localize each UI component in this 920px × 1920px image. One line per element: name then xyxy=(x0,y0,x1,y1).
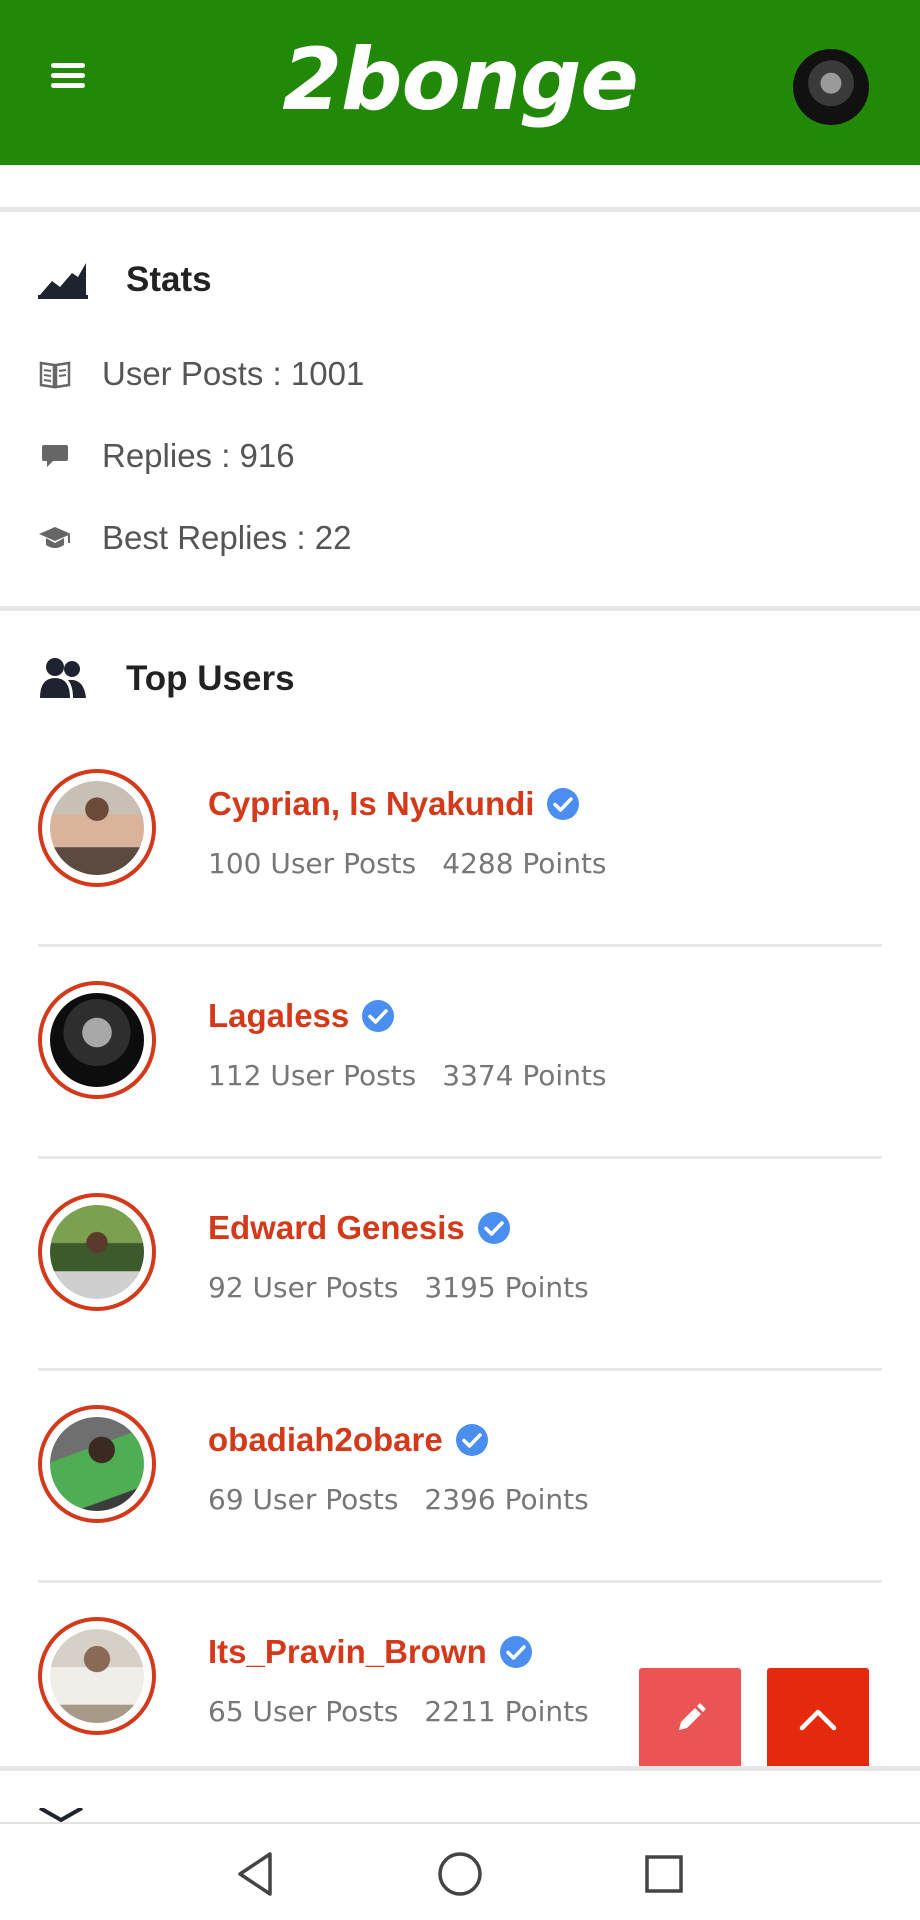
avatar-image xyxy=(50,993,144,1087)
user-avatar[interactable] xyxy=(38,1405,156,1523)
user-points: 3374 Points xyxy=(442,1059,607,1092)
profile-avatar[interactable] xyxy=(793,49,869,125)
pencil-icon xyxy=(679,1703,706,1730)
user-name[interactable]: Cyprian, Is Nyakundi xyxy=(208,785,534,823)
user-post-count: 100 User Posts xyxy=(208,847,417,880)
section-divider xyxy=(0,606,920,611)
top-user-row[interactable]: Its_Pravin_Brown 65 User Posts 2211 Points xyxy=(38,1583,882,1795)
verified-badge-icon xyxy=(547,788,580,820)
comment-icon xyxy=(38,439,72,473)
home-circle-icon xyxy=(438,1852,482,1896)
user-name[interactable]: obadiah2obare xyxy=(208,1421,443,1459)
user-post-count: 92 User Posts xyxy=(208,1271,399,1304)
user-post-count: 65 User Posts xyxy=(208,1695,399,1728)
user-avatar[interactable] xyxy=(38,1617,156,1735)
user-name-line: obadiah2obare xyxy=(208,1421,489,1459)
envelope-icon xyxy=(39,1808,83,1822)
top-user-row[interactable]: Edward Genesis 92 User Posts 3195 Points xyxy=(38,1159,882,1371)
chevron-up-icon xyxy=(799,1709,837,1731)
stats-heading: Stats xyxy=(38,255,212,305)
user-points: 2211 Points xyxy=(424,1695,589,1728)
avatar-image xyxy=(50,1205,144,1299)
user-points: 3195 Points xyxy=(424,1271,589,1304)
top-user-row[interactable]: obadiah2obare 69 User Posts 2396 Points xyxy=(38,1371,882,1583)
avatar-image xyxy=(50,1629,144,1723)
stat-user-posts: User Posts : 1001 xyxy=(38,355,364,393)
user-name-line: Cyprian, Is Nyakundi xyxy=(208,785,580,823)
stat-label: Best Replies : 22 xyxy=(102,519,352,556)
user-meta: 100 User Posts 4288 Points xyxy=(208,847,607,880)
graduation-cap-icon xyxy=(38,521,72,555)
user-name[interactable]: Its_Pravin_Brown xyxy=(208,1633,487,1671)
scroll-to-top-button[interactable] xyxy=(767,1668,869,1770)
verified-badge-icon xyxy=(362,1000,395,1032)
stat-label: User Posts : 1001 xyxy=(102,355,365,392)
recents-square-icon xyxy=(645,1855,683,1893)
nav-home-button[interactable] xyxy=(434,1848,486,1900)
top-users-heading: Top Users xyxy=(38,654,295,704)
user-post-count: 69 User Posts xyxy=(208,1483,399,1516)
user-name-line: Lagaless xyxy=(208,997,395,1035)
nav-back-button[interactable] xyxy=(230,1848,282,1900)
verified-badge-icon xyxy=(455,1424,488,1456)
user-name[interactable]: Edward Genesis xyxy=(208,1209,465,1247)
top-user-row[interactable]: Lagaless 112 User Posts 3374 Points xyxy=(38,947,882,1159)
user-points: 4288 Points xyxy=(442,847,607,880)
nav-recents-button[interactable] xyxy=(638,1848,690,1900)
user-name-line: Its_Pravin_Brown xyxy=(208,1633,533,1671)
top-user-row[interactable]: Cyprian, Is Nyakundi 100 User Posts 4288 P… xyxy=(38,735,882,947)
users-icon xyxy=(40,658,86,698)
avatar-image xyxy=(50,781,144,875)
stat-label: Replies : 916 xyxy=(102,437,295,474)
top-users-title: Top Users xyxy=(126,659,295,698)
back-triangle-icon xyxy=(238,1852,272,1896)
user-name[interactable]: Lagaless xyxy=(208,997,349,1035)
user-meta: 112 User Posts 3374 Points xyxy=(208,1059,607,1092)
app-header: 2bonge xyxy=(0,0,920,165)
user-meta: 92 User Posts 3195 Points xyxy=(208,1271,589,1304)
section-divider xyxy=(0,207,920,212)
verified-badge-icon xyxy=(477,1212,510,1244)
user-avatar[interactable] xyxy=(38,981,156,1099)
system-nav-bar xyxy=(0,1822,920,1920)
book-icon xyxy=(38,357,72,391)
site-logo[interactable]: 2bonge xyxy=(0,30,920,130)
stat-replies: Replies : 916 xyxy=(38,437,295,475)
section-divider xyxy=(0,1766,920,1771)
stats-title: Stats xyxy=(126,260,212,299)
user-name-line: Edward Genesis xyxy=(208,1209,511,1247)
user-meta: 69 User Posts 2396 Points xyxy=(208,1483,589,1516)
user-post-count: 112 User Posts xyxy=(208,1059,417,1092)
user-avatar[interactable] xyxy=(38,769,156,887)
user-avatar[interactable] xyxy=(38,1193,156,1311)
avatar-image xyxy=(50,1417,144,1511)
area-chart-icon xyxy=(38,263,88,299)
stat-best-replies: Best Replies : 22 xyxy=(38,519,351,557)
new-post-button[interactable] xyxy=(639,1668,741,1770)
verified-badge-icon xyxy=(499,1636,532,1668)
user-points: 2396 Points xyxy=(424,1483,589,1516)
user-meta: 65 User Posts 2211 Points xyxy=(208,1695,589,1728)
